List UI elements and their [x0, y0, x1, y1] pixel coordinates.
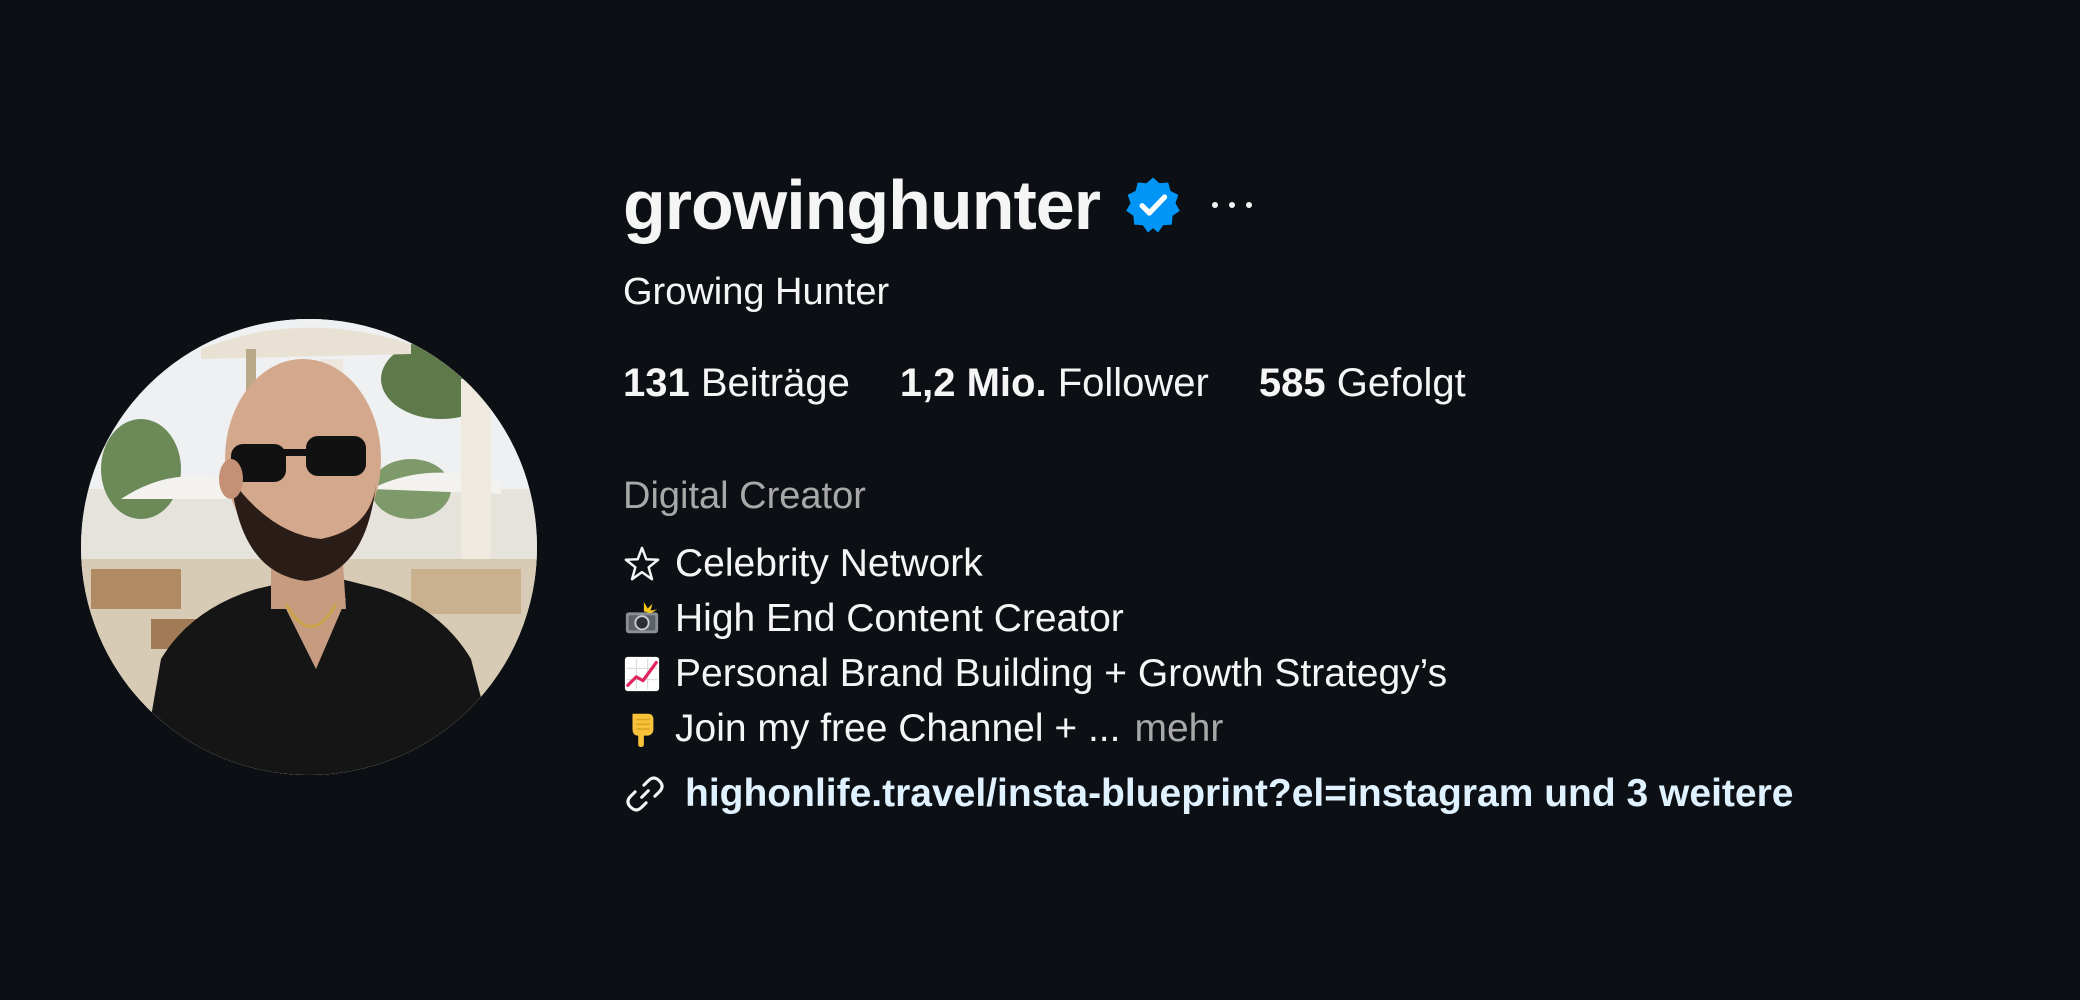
chart-increasing-icon	[624, 656, 660, 691]
verified-badge-icon	[1126, 177, 1180, 233]
profile-stats: 131 Beiträge 1,2 Mio. Follower 585 Gefol…	[623, 358, 1793, 408]
bio-text: Personal Brand Building + Growth Strateg…	[675, 652, 1448, 695]
bio-line: High End Content Creator	[623, 591, 1793, 646]
posts-label: Beiträge	[700, 361, 850, 405]
more-link[interactable]: mehr	[1134, 701, 1223, 756]
username-row: growinghunter	[623, 160, 1793, 250]
followers-count[interactable]: 1,2 Mio. Follower	[900, 358, 1209, 408]
bio-line: Celebrity Network	[623, 536, 1793, 591]
link-icon	[626, 776, 664, 811]
username: growinghunter	[623, 166, 1101, 244]
following-label: Gefolgt	[1336, 361, 1466, 405]
profile-page: growinghunter Growing Hunter 131 Beiträg…	[0, 0, 2080, 1000]
profile-photo	[81, 319, 537, 775]
profile-info: growinghunter Growing Hunter 131 Beiträg…	[623, 160, 1793, 821]
camera-flash-icon	[625, 601, 659, 633]
following-count[interactable]: 585 Gefolgt	[1259, 358, 1466, 408]
category-label: Digital Creator	[623, 475, 866, 517]
link-text: highonlife.travel/insta-blueprint?el=ins…	[685, 772, 1794, 815]
pointing-down-icon	[632, 713, 654, 747]
bio-line: Personal Brand Building + Growth Strateg…	[623, 646, 1793, 701]
bio-text: Join my free Channel + ...	[675, 707, 1121, 750]
followers-value: 1,2 Mio.	[899, 361, 1047, 405]
external-link[interactable]: highonlife.travel/insta-blueprint?el=ins…	[623, 766, 1793, 821]
posts-count[interactable]: 131 Beiträge	[623, 358, 850, 408]
bio-text: High End Content Creator	[675, 597, 1124, 640]
following-value: 585	[1258, 361, 1326, 405]
full-name: Growing Hunter	[623, 271, 890, 313]
posts-value: 131	[623, 361, 690, 405]
bio-text: Celebrity Network	[675, 542, 983, 585]
more-options-icon[interactable]	[1211, 195, 1252, 215]
followers-label: Follower	[1057, 361, 1209, 405]
star-icon	[624, 546, 660, 580]
bio-line: Join my free Channel + ... mehr	[623, 701, 1793, 756]
bio: Celebrity Network High End Content Creat…	[623, 536, 1793, 756]
avatar[interactable]	[81, 319, 537, 775]
